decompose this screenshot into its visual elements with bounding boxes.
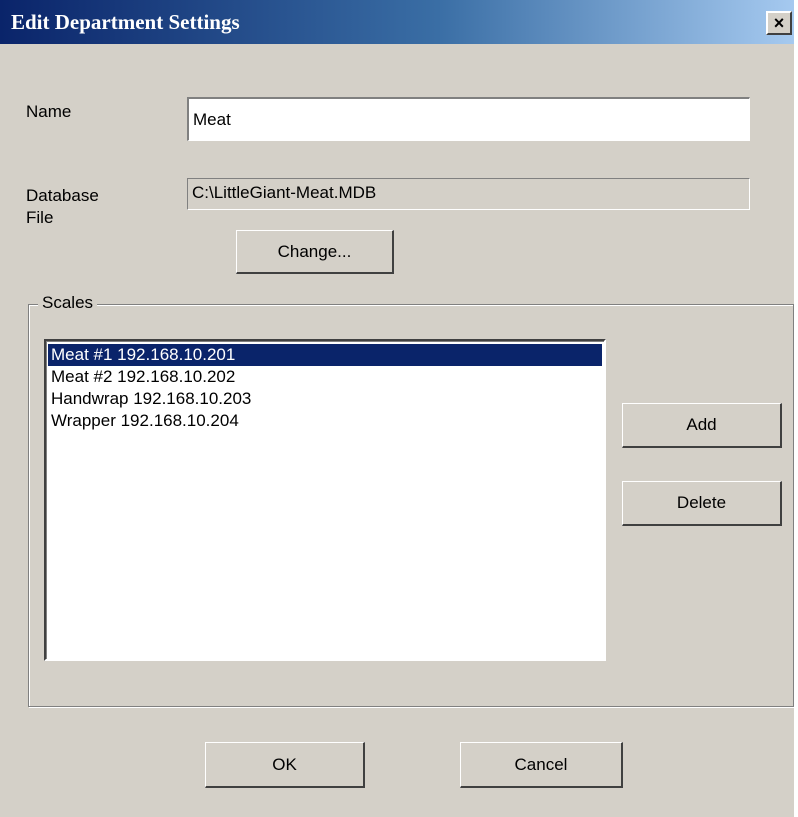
name-label: Name xyxy=(26,102,72,121)
name-input[interactable] xyxy=(187,97,750,141)
close-button[interactable]: × xyxy=(766,11,792,35)
close-icon: × xyxy=(773,13,785,33)
list-item[interactable]: Wrapper 192.168.10.204 xyxy=(48,410,602,432)
list-item[interactable]: Meat #1 192.168.10.201 xyxy=(48,344,602,366)
list-item[interactable]: Meat #2 192.168.10.202 xyxy=(48,366,602,388)
edit-department-settings-dialog: Edit Department Settings × Name Database… xyxy=(0,0,796,817)
add-button[interactable]: Add xyxy=(622,403,782,448)
scales-group-label: Scales xyxy=(38,292,98,314)
database-file-label-line2: File xyxy=(26,208,54,227)
ok-button[interactable]: OK xyxy=(205,742,365,788)
list-item[interactable]: Handwrap 192.168.10.203 xyxy=(48,388,602,410)
database-file-path: C:\LittleGiant-Meat.MDB xyxy=(187,178,750,210)
change-button[interactable]: Change... xyxy=(236,230,394,274)
delete-button[interactable]: Delete xyxy=(622,481,782,526)
cancel-button[interactable]: Cancel xyxy=(460,742,623,788)
window-title: Edit Department Settings xyxy=(11,10,240,34)
title-bar[interactable]: Edit Department Settings × xyxy=(0,0,794,44)
database-file-label-line1: Database xyxy=(26,186,99,205)
scales-listbox[interactable]: Meat #1 192.168.10.201 Meat #2 192.168.1… xyxy=(44,339,606,661)
